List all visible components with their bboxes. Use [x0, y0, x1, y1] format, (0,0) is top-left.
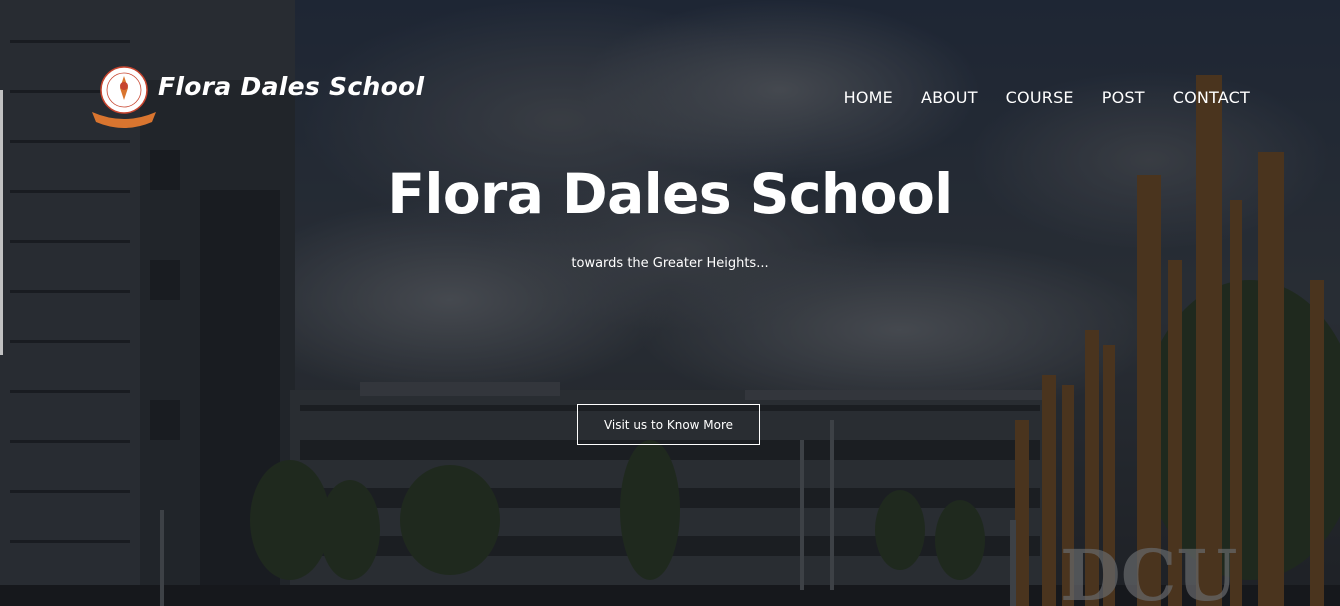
- nav-item-post[interactable]: POST: [1102, 88, 1145, 107]
- nav-item-home[interactable]: HOME: [844, 88, 893, 107]
- school-logo[interactable]: [90, 62, 158, 130]
- hero-subtitle: towards the Greater Heights...: [571, 256, 769, 271]
- main-nav: HOME ABOUT COURSE POST CONTACT: [816, 88, 1250, 107]
- nav-item-about[interactable]: ABOUT: [921, 88, 978, 107]
- site-header: Flora Dales School HOME ABOUT COURSE POS…: [90, 62, 1260, 132]
- hero-section: DCU Flora Dales School HOME ABOUT COURSE…: [0, 0, 1340, 606]
- visit-us-button[interactable]: Visit us to Know More: [577, 404, 760, 445]
- brand-name[interactable]: Flora Dales School: [158, 72, 424, 101]
- hero-title: Flora Dales School: [387, 162, 953, 226]
- school-crest-icon: [92, 66, 156, 128]
- nav-item-course[interactable]: COURSE: [1006, 88, 1074, 107]
- nav-item-contact[interactable]: CONTACT: [1173, 88, 1250, 107]
- brand[interactable]: Flora Dales School: [90, 62, 424, 130]
